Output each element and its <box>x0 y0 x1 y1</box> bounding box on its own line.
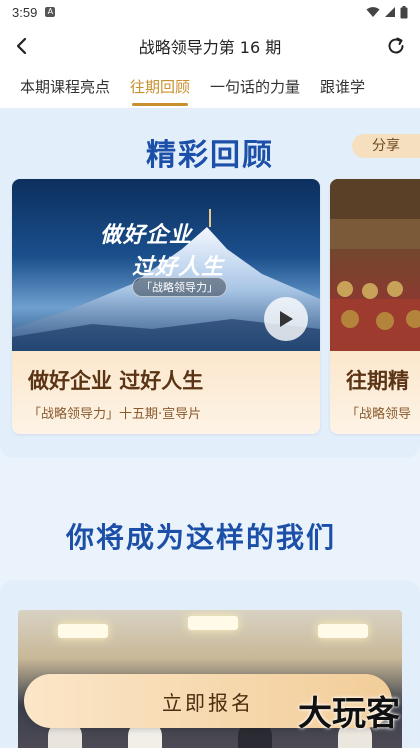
nav-bar: 战略领导力第 16 期 <box>0 24 420 68</box>
decor-light <box>188 616 238 630</box>
page-title: 战略领导力第 16 期 <box>138 38 282 57</box>
decor-light <box>318 624 368 638</box>
tab-power-of-words[interactable]: 一句话的力量 <box>200 68 310 108</box>
decor-light <box>58 624 108 638</box>
play-button[interactable] <box>264 297 308 341</box>
review-video-card[interactable]: 往期精 「战略领导 <box>330 179 420 434</box>
status-bar: 3:59 A <box>0 0 420 24</box>
review-video-card[interactable]: 做好企业 过好人生 「战略领导力」 做好企业 过好人生 「战略领导力」十五期·宣… <box>12 179 320 434</box>
play-icon <box>280 311 293 327</box>
poster-badge: 「战略领导力」 <box>132 277 227 297</box>
card-info: 做好企业 过好人生 「战略领导力」十五期·宣导片 <box>12 351 320 434</box>
share-button[interactable]: 分享 <box>352 134 420 158</box>
refresh-icon <box>388 37 404 54</box>
card-info: 往期精 「战略领导 <box>330 351 420 434</box>
main-content: 精彩回顾 分享 做好企业 过好人生 「战略领导力」 做好企业 过好人生 「战略领… <box>0 108 420 748</box>
become-section-title: 你将成为这样的我们 <box>52 504 362 556</box>
become-title-text: 你将成为这样的我们 <box>66 521 337 554</box>
signup-label: 立即报名 <box>162 690 254 715</box>
battery-icon <box>400 5 408 18</box>
tab-bar: 本期课程亮点 往期回顾 一句话的力量 跟谁学 <box>0 68 420 108</box>
back-arrow-icon <box>16 37 27 55</box>
tab-course-highlights[interactable]: 本期课程亮点 <box>0 68 120 108</box>
review-section-title: 精彩回顾 <box>124 114 280 174</box>
card-heading: 做好企业 过好人生 <box>28 369 204 393</box>
status-icons <box>366 5 408 19</box>
tab-past-review[interactable]: 往期回顾 <box>120 68 200 108</box>
tab-learn-from-whom[interactable]: 跟谁学 <box>310 68 375 108</box>
card-subtitle: 「战略领导力」十五期·宣导片 <box>28 407 202 422</box>
decor-bubble <box>334 504 362 532</box>
back-button[interactable] <box>8 32 36 60</box>
poster-headline: 做好企业 过好人生 <box>100 222 225 280</box>
refresh-button[interactable] <box>382 32 410 60</box>
notification-icon: A <box>45 7 56 17</box>
hall-thumbnail <box>330 179 420 351</box>
wifi-icon <box>366 7 380 17</box>
video-thumbnail: 做好企业 过好人生 「战略领导力」 <box>12 179 320 351</box>
hall-image <box>330 179 420 351</box>
review-title-text: 精彩回顾 <box>146 138 274 173</box>
status-time: 3:59 <box>12 4 38 20</box>
brand-watermark: 大玩客 <box>298 694 400 734</box>
card-subtitle: 「战略领导 <box>346 407 412 422</box>
signal-icon <box>385 7 395 17</box>
review-panel: 精彩回顾 分享 做好企业 过好人生 「战略领导力」 做好企业 过好人生 「战略领… <box>0 108 420 458</box>
card-heading: 往期精 <box>346 369 409 393</box>
